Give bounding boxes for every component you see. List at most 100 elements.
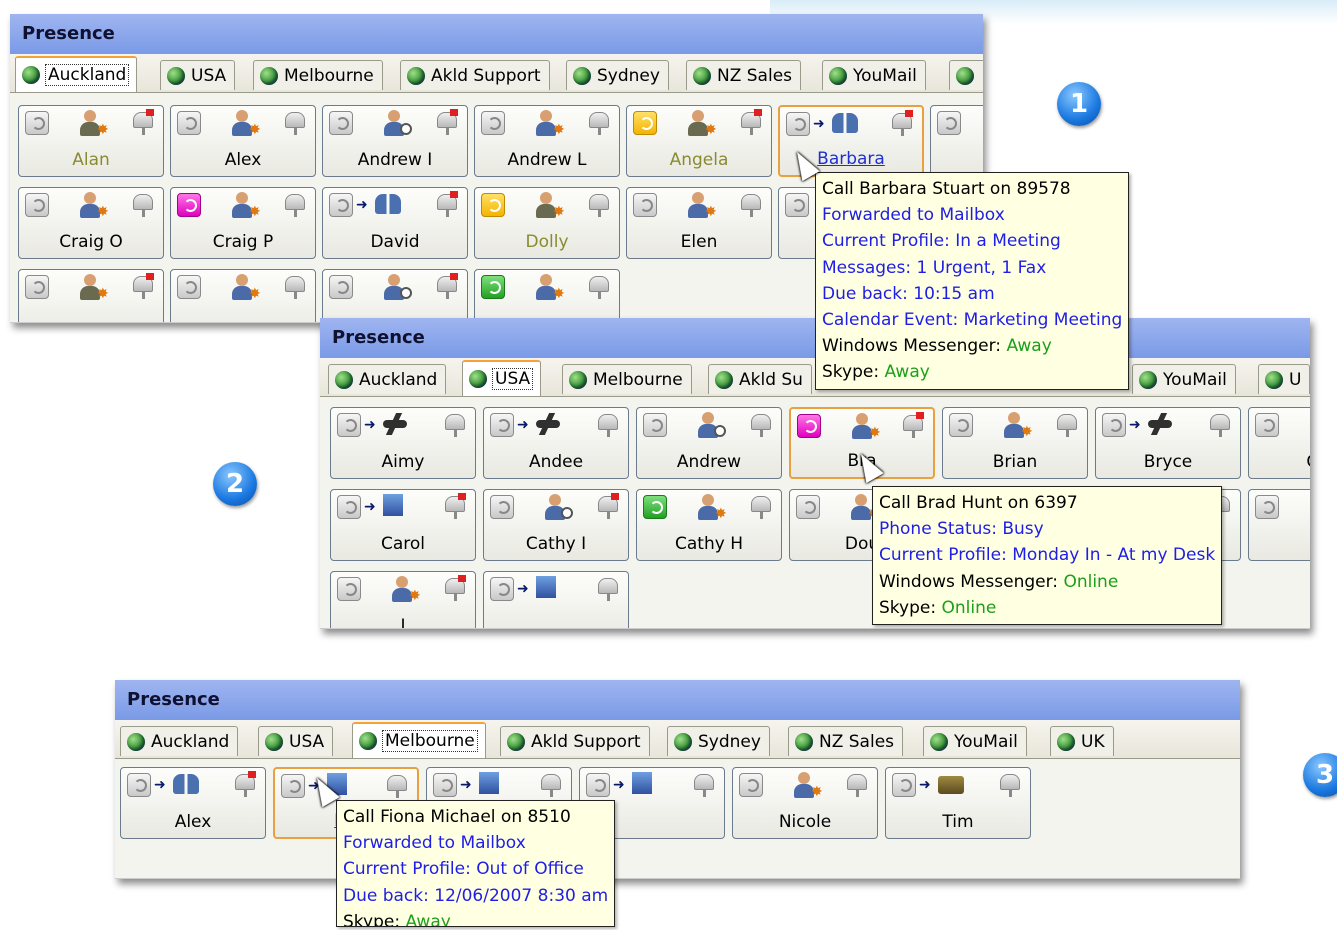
presence-tile[interactable]: Andrew: [636, 407, 782, 479]
tab-usa[interactable]: USA: [258, 726, 334, 756]
tab-nz-sales[interactable]: NZ Sales: [686, 60, 802, 90]
phone-green-icon[interactable]: [643, 495, 667, 519]
phone-idle-icon[interactable]: [177, 275, 201, 299]
phone-idle-icon[interactable]: [481, 111, 505, 135]
presence-tile[interactable]: ➜ Carol: [330, 489, 476, 561]
phone-idle-icon[interactable]: [796, 495, 820, 519]
phone-idle-icon[interactable]: [490, 413, 514, 437]
presence-tile[interactable]: ✸ Alex: [170, 105, 316, 177]
tab-melbourne[interactable]: Melbourne: [562, 364, 692, 394]
tab-auckland[interactable]: Auckland: [120, 726, 239, 756]
phone-idle-icon[interactable]: [127, 773, 151, 797]
phone-idle-icon[interactable]: [586, 773, 610, 797]
tab-melbourne[interactable]: Melbourne: [253, 60, 383, 90]
phone-idle-icon[interactable]: [892, 773, 916, 797]
phone-idle-icon[interactable]: [329, 193, 353, 217]
phone-idle-icon[interactable]: [281, 774, 305, 798]
presence-tile[interactable]: ➜ Andee: [483, 407, 629, 479]
tab-akld-support[interactable]: Akld Support: [500, 726, 650, 756]
tab-usa[interactable]: USA: [160, 60, 236, 90]
tab-uk[interactable]: UK: [1050, 726, 1114, 756]
phone-idle-icon[interactable]: [937, 111, 961, 135]
presence-tile[interactable]: ✸ J: [330, 571, 476, 628]
presence-tile[interactable]: ✸ Elen: [626, 187, 772, 259]
presence-tile[interactable]: ✸ Craig O: [18, 187, 164, 259]
presence-tile[interactable]: ➜: [483, 571, 629, 628]
phone-idle-icon[interactable]: [329, 275, 353, 299]
tile-name: Craig O: [59, 232, 123, 252]
phone-idle-icon[interactable]: [739, 773, 763, 797]
phone-idle-icon[interactable]: [25, 111, 49, 135]
mailbox-flag-icon: [437, 191, 458, 217]
presence-tile[interactable]: Cathy I: [483, 489, 629, 561]
clock-icon: [714, 425, 726, 437]
presence-tile[interactable]: ✸ Craig P: [170, 187, 316, 259]
presence-tile[interactable]: ➜ Tim: [885, 767, 1031, 839]
presence-tile[interactable]: ✸: [474, 269, 620, 322]
presence-tile[interactable]: ➜ Bryce: [1095, 407, 1241, 479]
phone-idle-icon[interactable]: [643, 413, 667, 437]
phone-idle-icon[interactable]: [329, 111, 353, 135]
phone-idle-icon[interactable]: [25, 193, 49, 217]
presence-tile[interactable]: ➜ Aimy: [330, 407, 476, 479]
tab-sydney[interactable]: Sydney: [566, 60, 669, 90]
presence-tile[interactable]: Andrew I: [322, 105, 468, 177]
presence-tile[interactable]: ✸ Dolly: [474, 187, 620, 259]
phone-idle-icon[interactable]: [785, 193, 809, 217]
phone-green-icon[interactable]: [481, 275, 505, 299]
presence-tile[interactable]: ➜ Alex: [120, 767, 266, 839]
phone-idle-icon[interactable]: [177, 111, 201, 135]
presence-tile[interactable]: ✸ Nicole: [732, 767, 878, 839]
globe-icon: [260, 66, 278, 85]
phone-pink-icon[interactable]: [797, 414, 821, 438]
tab-sydney[interactable]: Sydney: [667, 726, 770, 756]
phone-idle-icon[interactable]: [490, 577, 514, 601]
phone-idle-icon[interactable]: [1255, 413, 1279, 437]
phone-idle-icon[interactable]: [337, 413, 361, 437]
presence-tile[interactable]: ➜ David: [322, 187, 468, 259]
presence-tile[interactable]: ✸ Brian: [942, 407, 1088, 479]
tab-nz-sales[interactable]: NZ Sales: [788, 726, 904, 756]
forward-arrow-icon: ➜: [364, 417, 376, 433]
presence-tile[interactable]: ✸Ba: [930, 105, 983, 177]
phone-idle-icon[interactable]: [1255, 495, 1279, 519]
tab-youmail[interactable]: YouMail: [923, 726, 1027, 756]
tab-akld-support[interactable]: Akld Support: [400, 60, 550, 90]
tab-youmail[interactable]: YouMail: [1132, 364, 1236, 394]
status-star-icon: ✸: [705, 204, 717, 220]
phone-yellow-icon[interactable]: [633, 111, 657, 135]
tab-usa[interactable]: USA: [462, 360, 542, 396]
tab-auckland[interactable]: Auckland: [328, 364, 447, 394]
presence-tile[interactable]: ✸: [170, 269, 316, 322]
tab-akld-support[interactable]: Akld Su: [708, 364, 812, 394]
presence-tile[interactable]: ✸Car: [1248, 407, 1310, 479]
phone-idle-icon[interactable]: [786, 112, 810, 136]
tile-grid: ➜Alex➜Fio➜John R➜✸Nicole➜Tim: [115, 759, 1240, 878]
phone-idle-icon[interactable]: [490, 495, 514, 519]
phone-idle-icon[interactable]: [25, 275, 49, 299]
presence-tile[interactable]: ✸: [18, 269, 164, 322]
mailbox-icon: [285, 112, 305, 135]
phone-idle-icon[interactable]: [337, 577, 361, 601]
tab-youmail[interactable]: YouMail: [822, 60, 926, 90]
phone-idle-icon[interactable]: [633, 193, 657, 217]
presence-tile[interactable]: ✸ Angela: [626, 105, 772, 177]
phone-idle-icon[interactable]: [337, 495, 361, 519]
tab-uk[interactable]: U: [1258, 364, 1310, 394]
phone-yellow-icon[interactable]: [481, 193, 505, 217]
tab-more[interactable]: [949, 60, 983, 90]
presence-tile[interactable]: ✸Ji: [1248, 489, 1310, 561]
phone-idle-icon[interactable]: [949, 413, 973, 437]
phone-pink-icon[interactable]: [177, 193, 201, 217]
tile-name: Andee: [528, 452, 584, 472]
tab-melbourne[interactable]: Melbourne: [352, 722, 486, 758]
globe-icon: [469, 370, 487, 388]
phone-idle-icon[interactable]: [1102, 413, 1126, 437]
presence-tile[interactable]: [322, 269, 468, 322]
phone-idle-icon[interactable]: [433, 773, 457, 797]
tooltip-label: Skype:: [343, 911, 406, 927]
presence-tile[interactable]: ✸ Cathy H: [636, 489, 782, 561]
presence-tile[interactable]: ✸ Alan: [18, 105, 164, 177]
presence-tile[interactable]: ✸ Andrew L: [474, 105, 620, 177]
tab-auckland[interactable]: Auckland: [15, 56, 138, 92]
